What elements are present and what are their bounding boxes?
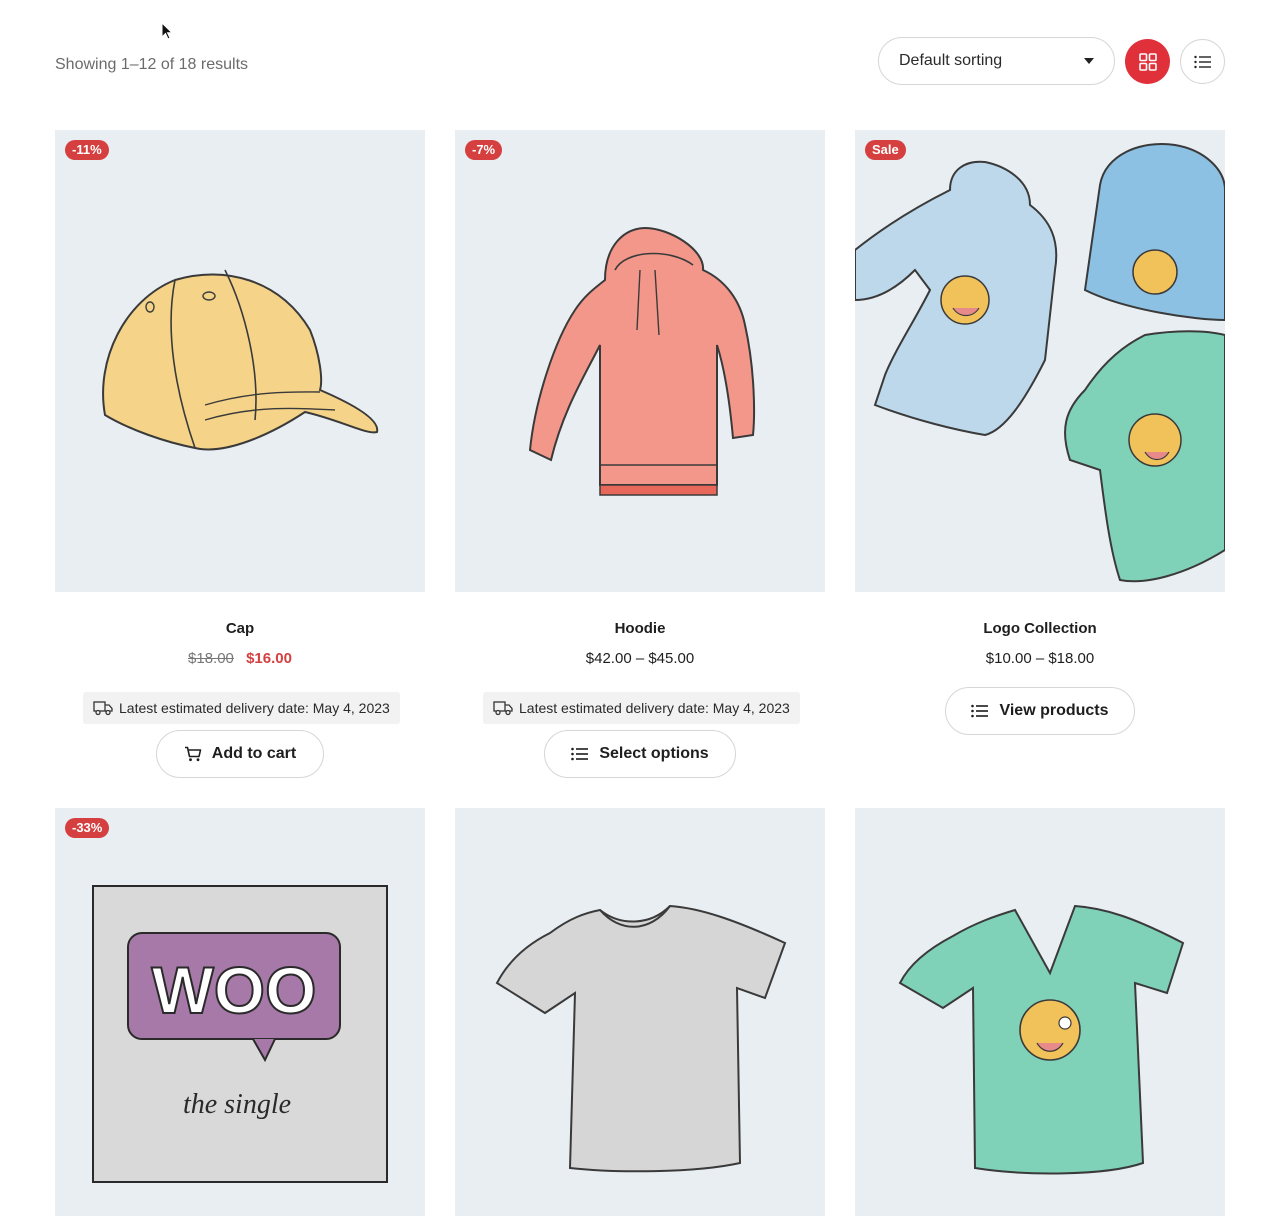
select-options-label: Select options xyxy=(599,745,709,762)
list-icon xyxy=(571,747,589,761)
product-price: $42.00 – $45.00 xyxy=(585,650,695,667)
hoodie-illustration xyxy=(528,226,756,496)
sale-price: $16.00 xyxy=(246,650,292,667)
delivery-estimate: Latest estimated delivery date: May 4, 2… xyxy=(483,692,800,724)
product-image-logo-collection[interactable]: Sale xyxy=(855,130,1225,592)
sorting-select[interactable]: Default sorting xyxy=(878,37,1115,85)
woo-album-illustration: WOO the single xyxy=(92,885,388,1183)
product-image-hoodie[interactable]: -7% xyxy=(455,130,825,592)
grid-view-button[interactable] xyxy=(1125,39,1170,84)
sorting-selected-label: Default sorting xyxy=(899,52,1003,69)
view-products-button[interactable]: View products xyxy=(945,687,1135,735)
product-image-single[interactable]: WOO the single -33% xyxy=(55,808,425,1216)
product-image-vneck[interactable] xyxy=(855,808,1225,1216)
result-count: Showing 1–12 of 18 results xyxy=(55,56,249,73)
product-price: $10.00 – $18.00 xyxy=(985,650,1095,667)
cart-icon xyxy=(184,746,202,762)
delivery-truck-icon xyxy=(493,701,513,716)
view-products-label: View products xyxy=(999,702,1109,719)
album-caption: the single xyxy=(183,1089,291,1120)
select-options-button[interactable]: Select options xyxy=(544,730,736,778)
sale-badge: Sale xyxy=(865,140,906,160)
product-title[interactable]: Logo Collection xyxy=(855,620,1225,637)
delivery-text: Latest estimated delivery date: May 4, 2… xyxy=(519,700,790,716)
discount-badge: -33% xyxy=(65,818,110,838)
list-icon xyxy=(971,704,989,718)
vneck-illustration xyxy=(898,904,1185,1175)
tshirt-illustration xyxy=(495,904,787,1173)
add-to-cart-label: Add to cart xyxy=(211,745,297,762)
discount-badge: -7% xyxy=(465,140,503,160)
product-title[interactable]: Cap xyxy=(55,620,425,637)
cap-illustration xyxy=(102,269,379,451)
product-title[interactable]: Hoodie xyxy=(455,620,825,637)
list-icon xyxy=(1193,55,1211,68)
product-price: $18.00 $16.00 xyxy=(55,650,425,667)
product-image-cap[interactable]: -11% xyxy=(55,130,425,592)
product-image-tshirt[interactable] xyxy=(455,808,825,1216)
delivery-text: Latest estimated delivery date: May 4, 2… xyxy=(119,700,390,716)
mouse-cursor-icon xyxy=(161,22,174,40)
chevron-down-icon xyxy=(1084,58,1094,64)
grid-icon xyxy=(1138,52,1157,71)
list-view-button[interactable] xyxy=(1180,39,1225,84)
delivery-truck-icon xyxy=(93,701,113,716)
logo-collection-illustration xyxy=(855,143,1225,583)
discount-badge: -11% xyxy=(65,140,109,160)
add-to-cart-button[interactable]: Add to cart xyxy=(156,730,324,778)
regular-price: $18.00 xyxy=(188,650,234,667)
delivery-estimate: Latest estimated delivery date: May 4, 2… xyxy=(83,692,400,724)
woo-logo-text: WOO xyxy=(152,953,317,1027)
